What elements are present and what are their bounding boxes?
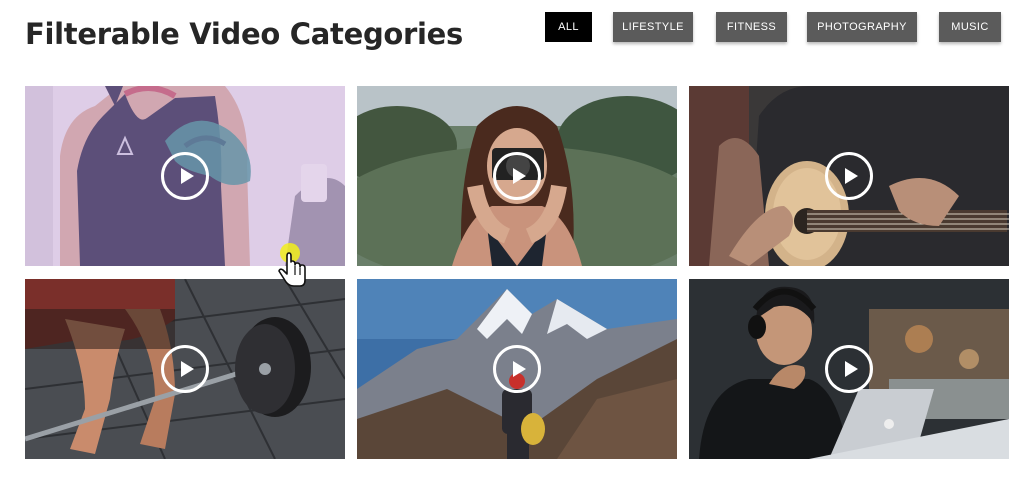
play-icon bbox=[180, 168, 194, 184]
hand-pointer-icon bbox=[276, 242, 310, 295]
play-button[interactable] bbox=[161, 345, 209, 393]
video-tile-tattoo[interactable] bbox=[25, 86, 345, 266]
video-tile-mountain[interactable] bbox=[357, 279, 677, 459]
video-tile-guitar[interactable] bbox=[689, 86, 1009, 266]
filter-music-button[interactable]: MUSIC bbox=[939, 12, 1001, 42]
filter-fitness-button[interactable]: FITNESS bbox=[716, 12, 787, 42]
filter-all-button[interactable]: ALL bbox=[545, 12, 592, 42]
play-icon bbox=[512, 168, 526, 184]
play-icon bbox=[512, 361, 526, 377]
filter-photography-button[interactable]: PHOTOGRAPHY bbox=[807, 12, 917, 42]
play-button[interactable] bbox=[493, 345, 541, 393]
play-button[interactable] bbox=[825, 152, 873, 200]
play-button[interactable] bbox=[825, 345, 873, 393]
play-icon bbox=[844, 361, 858, 377]
play-icon bbox=[180, 361, 194, 377]
page-title: Filterable Video Categories bbox=[25, 17, 464, 51]
play-button[interactable] bbox=[161, 152, 209, 200]
video-tile-weightlifting[interactable] bbox=[25, 279, 345, 459]
play-icon bbox=[844, 168, 858, 184]
play-button[interactable] bbox=[493, 152, 541, 200]
video-tile-laptop[interactable] bbox=[689, 279, 1009, 459]
video-tile-photographer[interactable] bbox=[357, 86, 677, 266]
filter-lifestyle-button[interactable]: LIFESTYLE bbox=[613, 12, 693, 42]
